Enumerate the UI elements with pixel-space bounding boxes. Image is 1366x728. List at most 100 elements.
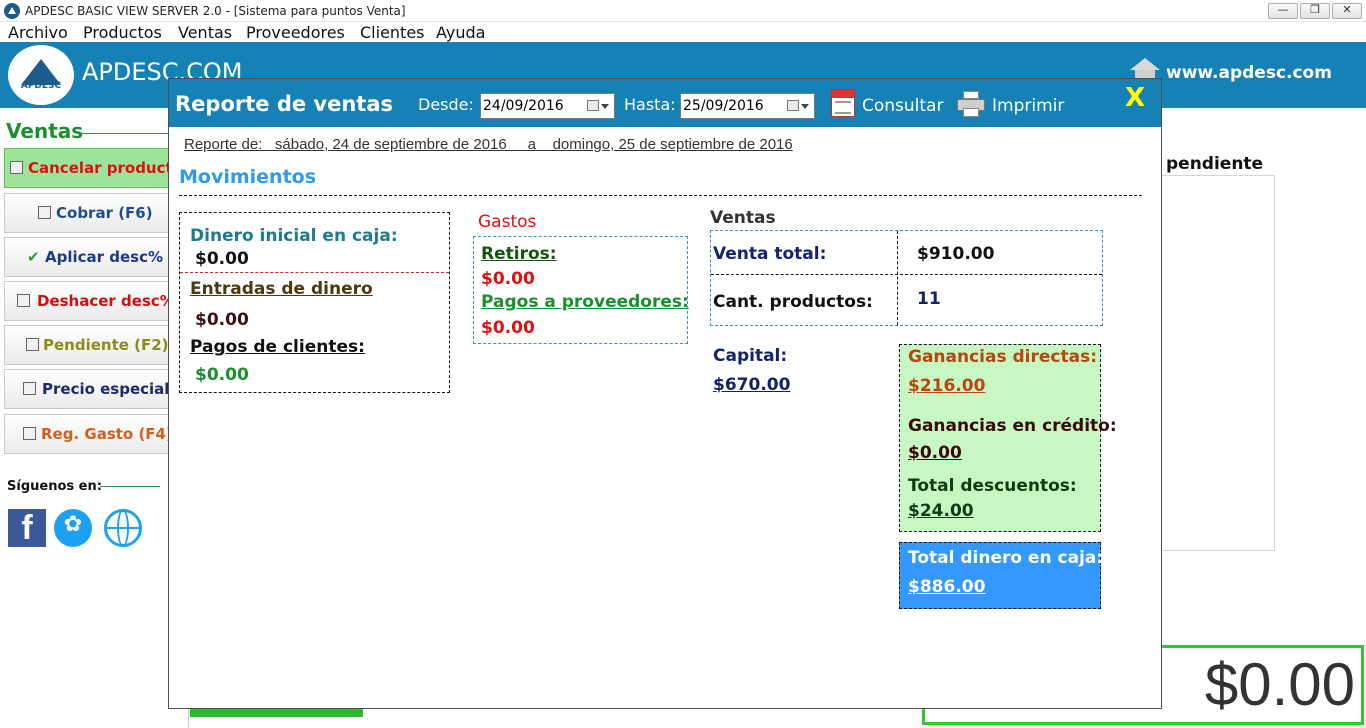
- expense-icon: [23, 427, 36, 440]
- chevron-down-icon: [801, 104, 809, 109]
- cancel-icon: [10, 161, 23, 174]
- total-sales-label: Venta total:: [713, 244, 827, 264]
- report-range: Reporte de: sábado, 24 de septiembre de …: [184, 136, 793, 153]
- calendar-icon: [587, 100, 599, 111]
- capital-value: $670.00: [713, 375, 791, 395]
- apdesc-logo: APDESC: [8, 45, 74, 105]
- total-discounts-value: $24.00: [908, 501, 974, 521]
- minimize-button[interactable]: —: [1268, 3, 1298, 19]
- apply-discount-button[interactable]: ✔ Aplicar desc%: [4, 237, 172, 277]
- register-expense-button[interactable]: Reg. Gasto (F4): [4, 414, 173, 454]
- app-icon: [4, 3, 20, 19]
- close-window-button[interactable]: ✕: [1332, 3, 1362, 19]
- web-globe-icon[interactable]: [104, 509, 142, 547]
- divider: [179, 195, 1142, 196]
- facebook-icon[interactable]: f: [8, 509, 46, 547]
- charge-button[interactable]: Cobrar (F6): [4, 193, 172, 233]
- to-date-value: 25/09/2016: [683, 98, 764, 114]
- consult-calendar-icon[interactable]: [831, 89, 855, 117]
- total-discounts-label: Total descuentos:: [908, 476, 1077, 496]
- product-count-label: Cant. productos:: [713, 292, 873, 312]
- menu-clientes[interactable]: Clientes: [360, 23, 425, 42]
- undo-discount-button[interactable]: Deshacer desc%: [4, 281, 175, 321]
- follow-us-label: Síguenos en:: [7, 479, 102, 494]
- register-expense-label: Reg. Gasto (F4): [41, 425, 173, 443]
- sidebar-title: Ventas: [6, 119, 84, 143]
- sales-box: Venta total: $910.00 Cant. productos: 11: [710, 230, 1103, 326]
- withdrawals-value: $0.00: [481, 269, 535, 289]
- website-link[interactable]: www.apdesc.com: [1166, 63, 1332, 83]
- product-count-value: 11: [917, 289, 941, 309]
- supplier-payments-value: $0.00: [481, 318, 535, 338]
- pending-button[interactable]: Pendiente (F2): [4, 325, 172, 365]
- pending-list[interactable]: [1160, 175, 1275, 551]
- cash-movements-box: Dinero inicial en caja: $0.00 Entradas d…: [179, 212, 450, 393]
- menu-bar: Archivo Productos Ventas Proveedores Cli…: [0, 22, 1366, 42]
- credit-earnings-value: $0.00: [908, 443, 962, 463]
- twitter-icon[interactable]: ✿: [54, 509, 92, 547]
- expenses-box: Retiros: $0.00 Pagos a proveedores: $0.0…: [473, 236, 689, 344]
- money-inflows-value: $0.00: [195, 310, 249, 330]
- withdrawals-label: Retiros:: [481, 244, 557, 264]
- direct-earnings-label: Ganancias directas:: [908, 347, 1098, 367]
- to-label: Hasta:: [624, 95, 676, 114]
- check-icon: ✔: [27, 248, 40, 266]
- cash-total-label: Total dinero en caja:: [908, 548, 1104, 568]
- to-date-picker[interactable]: 25/09/2016: [680, 93, 815, 119]
- from-date-picker[interactable]: 24/09/2016: [480, 93, 615, 119]
- divider: [897, 231, 898, 325]
- initial-cash-label: Dinero inicial en caja:: [190, 226, 398, 246]
- chevron-down-icon: [601, 104, 609, 109]
- menu-ayuda[interactable]: Ayuda: [436, 23, 485, 42]
- menu-archivo[interactable]: Archivo: [8, 23, 68, 42]
- earnings-box: Ganancias directas: $216.00 Ganancias en…: [899, 344, 1117, 532]
- calendar-icon: [787, 100, 799, 111]
- pending-panel-title: pendiente: [1166, 154, 1264, 174]
- sales-report-dialog: Reporte de ventas Desde: 24/09/2016 Hast…: [168, 78, 1162, 709]
- print-button[interactable]: Imprimir: [992, 96, 1064, 116]
- sale-total-value: $0.00: [1204, 651, 1355, 718]
- special-price-label: Precio especial: [42, 380, 170, 398]
- pending-label: Pendiente (F2): [43, 336, 169, 354]
- logo-text: APDESC: [20, 81, 62, 91]
- initial-cash-value: $0.00: [195, 249, 249, 269]
- undo-discount-label: Deshacer desc%: [37, 292, 175, 310]
- divider: [711, 274, 1102, 275]
- consult-button[interactable]: Consultar: [862, 96, 943, 116]
- divider: [180, 272, 449, 273]
- progress-bar: [190, 708, 363, 717]
- total-sales-value: $910.00: [917, 244, 995, 264]
- minimize-icon: —: [1277, 3, 1289, 16]
- restore-icon: ❐: [1310, 3, 1320, 16]
- cancel-product-label: Cancelar producto: [28, 159, 183, 177]
- client-payments-label: Pagos de clientes:: [190, 337, 365, 357]
- expenses-title: Gastos: [478, 212, 537, 232]
- cash-total-box: Total dinero en caja: $886.00: [899, 542, 1104, 609]
- close-report-button[interactable]: X: [1125, 83, 1145, 113]
- restore-button[interactable]: ❐: [1300, 3, 1330, 19]
- price-list-icon: [23, 382, 36, 395]
- capital-label: Capital:: [713, 346, 788, 366]
- menu-productos[interactable]: Productos: [83, 23, 162, 42]
- divider: [188, 708, 189, 728]
- special-price-button[interactable]: Precio especial: [4, 369, 172, 409]
- cancel-product-button[interactable]: Cancelar producto: [4, 148, 183, 188]
- direct-earnings-value: $216.00: [908, 376, 986, 396]
- title-bar: APDESC BASIC VIEW SERVER 2.0 - [Sistema …: [0, 0, 1366, 22]
- menu-proveedores[interactable]: Proveedores: [246, 23, 345, 42]
- charge-icon: [38, 206, 51, 219]
- sidebar: Ventas Cancelar producto Cobrar (F6) ✔ A…: [0, 108, 183, 728]
- credit-earnings-label: Ganancias en crédito:: [908, 416, 1117, 436]
- menu-ventas[interactable]: Ventas: [178, 23, 232, 42]
- report-header: Reporte de ventas Desde: 24/09/2016 Hast…: [169, 79, 1161, 127]
- divider: [100, 486, 160, 487]
- supplier-payments-label: Pagos a proveedores:: [481, 292, 689, 312]
- sales-title: Ventas: [710, 208, 776, 228]
- client-payments-value: $0.00: [195, 365, 249, 385]
- printer-icon[interactable]: [957, 91, 985, 117]
- from-date-value: 24/09/2016: [483, 98, 564, 114]
- report-title: Reporte de ventas: [175, 92, 393, 116]
- divider: [82, 133, 168, 134]
- window-title: APDESC BASIC VIEW SERVER 2.0 - [Sistema …: [25, 4, 406, 18]
- undo-icon: [17, 294, 30, 307]
